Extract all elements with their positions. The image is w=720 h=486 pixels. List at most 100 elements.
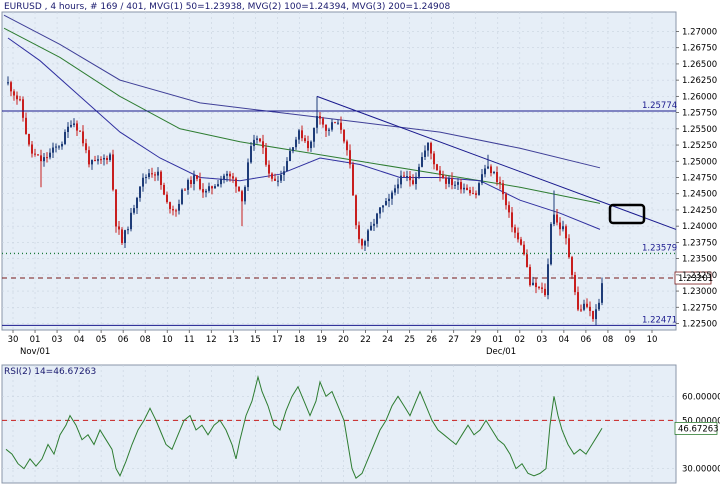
candle-body: [319, 116, 321, 119]
candle-body: [268, 164, 270, 174]
candle-body: [574, 274, 576, 293]
candle-body: [379, 207, 381, 214]
price-y-tick-label: 1.23500: [682, 255, 717, 265]
candle-body: [589, 306, 591, 311]
candle-body: [442, 175, 444, 179]
candle-body: [157, 171, 159, 176]
price-x-tick-label: 19: [316, 335, 327, 345]
candle-body: [217, 184, 219, 187]
low-label: 1.22471: [642, 315, 677, 325]
candle-body: [397, 184, 399, 189]
price-x-tick-label: 18: [294, 335, 305, 345]
candle-body: [520, 239, 522, 245]
candle-body: [202, 189, 204, 193]
candle-body: [28, 133, 30, 145]
price-y-tick-label: 1.22500: [682, 320, 717, 330]
price-y-tick-label: 1.24500: [682, 190, 717, 200]
candle-body: [166, 194, 168, 203]
candle-body: [535, 282, 537, 288]
candle-body: [310, 141, 312, 149]
candle-body: [34, 153, 36, 155]
candle-body: [601, 283, 603, 303]
candle-body: [409, 176, 411, 181]
price-y-tick-label: 1.26000: [682, 92, 717, 102]
price-x-tick-label: 06: [118, 335, 129, 345]
candle-body: [7, 82, 9, 84]
candle-body: [328, 129, 330, 131]
price-x-tick-label: 30: [8, 335, 19, 345]
candle-body: [406, 176, 408, 178]
candle-body: [514, 227, 516, 233]
candle-body: [487, 166, 489, 169]
candle-body: [25, 117, 27, 134]
candle-body: [391, 192, 393, 199]
candle-body: [43, 157, 45, 162]
rsi-y-tick-label: 30.00000: [682, 465, 720, 475]
candle-body: [241, 191, 243, 202]
candle-body: [229, 173, 231, 177]
candle-body: [247, 162, 249, 188]
candle-body: [466, 187, 468, 191]
price-x-tick-label: 01: [30, 335, 41, 345]
chart-header: EURUSD , 4 hours, # 169 / 401, MVG(1) 50…: [4, 2, 451, 12]
price-x-tick-label: 24: [382, 335, 393, 345]
price-x-tick-label: 06: [580, 335, 591, 345]
candle-body: [13, 91, 15, 96]
candle-body: [592, 310, 594, 320]
candle-body: [91, 160, 93, 165]
candle-body: [253, 139, 255, 147]
candle-body: [73, 123, 75, 125]
candle-body: [199, 178, 201, 190]
candle-body: [52, 147, 54, 153]
price-y-tick-label: 1.24250: [682, 206, 717, 216]
candle-body: [595, 309, 597, 320]
candle-body: [220, 179, 222, 185]
candle-body: [88, 150, 90, 165]
chart-root: 1.257741.235791.232011.22471 1.270001.26…: [1, 2, 720, 484]
candle-body: [130, 212, 132, 230]
candle-body: [274, 178, 276, 181]
candle-body: [232, 176, 234, 179]
candle-body: [160, 171, 162, 185]
candle-body: [550, 224, 552, 265]
candle-body: [346, 141, 348, 151]
candle-body: [364, 241, 366, 246]
rsi-y-tick-label: 60.00000: [682, 392, 720, 402]
candle-body: [448, 178, 450, 184]
price-x-tick-label: 11: [184, 335, 195, 345]
candle-body: [580, 309, 582, 311]
candle-body: [208, 186, 210, 191]
candle-body: [445, 178, 447, 184]
candle-body: [370, 225, 372, 231]
candle-body: [283, 171, 285, 175]
candle-body: [577, 292, 579, 310]
candle-body: [400, 175, 402, 185]
price-x-axis: 30 01 03 04 05 06 08 10 11 12 13 15 17 18 19 20 22 24 25 26…: [8, 330, 658, 357]
candle-body: [421, 156, 423, 167]
candle-body: [334, 122, 336, 124]
candle-body: [337, 122, 339, 124]
candle-body: [460, 182, 462, 190]
candle-body: [436, 164, 438, 171]
candle-body: [22, 99, 24, 118]
candle-body: [67, 126, 69, 132]
candle-body: [424, 150, 426, 157]
candle-body: [571, 257, 573, 275]
candle-body: [322, 118, 324, 125]
candle-body: [517, 232, 519, 240]
candle-body: [529, 267, 531, 286]
candle-body: [499, 182, 501, 184]
candle-body: [451, 178, 453, 186]
candle-body: [358, 225, 360, 240]
candle-body: [31, 144, 33, 154]
candle-body: [532, 282, 534, 286]
candle-body: [184, 189, 186, 191]
candle-body: [277, 180, 279, 182]
price-x-tick-label: 10: [647, 335, 658, 345]
candle-body: [223, 175, 225, 180]
candle-body: [475, 193, 477, 195]
candle-body: [538, 287, 540, 289]
month-label-dec: Dec/01: [486, 347, 516, 357]
price-x-tick-label: 20: [338, 335, 349, 345]
candle-body: [10, 82, 12, 92]
